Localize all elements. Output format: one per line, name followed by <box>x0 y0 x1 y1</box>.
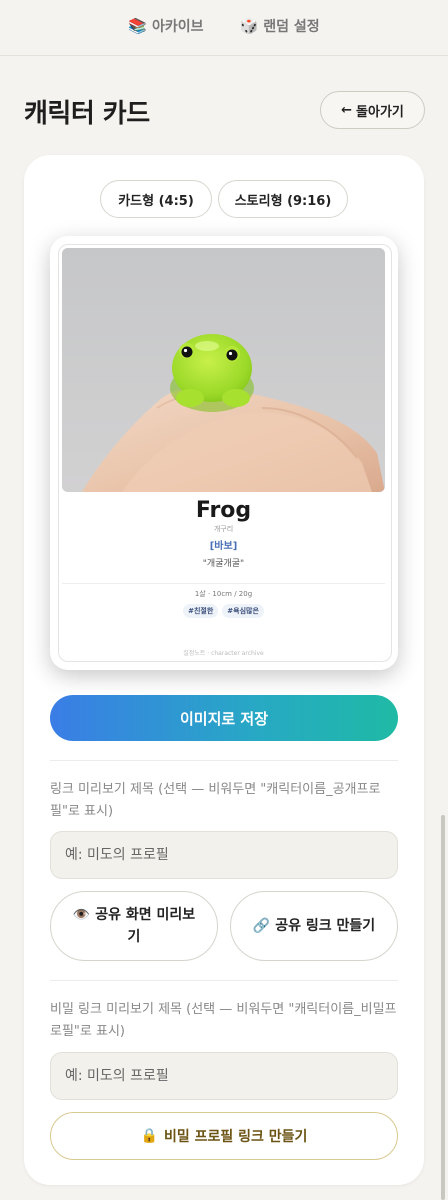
hashtag: #욕심많은 <box>222 604 264 618</box>
dice-icon: 🎲 <box>239 16 259 35</box>
scrollbar[interactable] <box>441 815 445 1200</box>
card-divider <box>62 583 385 584</box>
share-preview-button[interactable]: 👁️ 공유 화면 미리보기 <box>50 891 218 961</box>
divider <box>50 760 398 761</box>
create-share-link-button[interactable]: 🔗 공유 링크 만들기 <box>230 891 398 961</box>
divider <box>50 980 398 981</box>
arrow-left-icon: ← <box>341 102 353 118</box>
public-link-title-input[interactable] <box>50 831 398 879</box>
hashtag-list: #친절한 #욕심많은 <box>62 604 385 618</box>
character-stats: 1살 · 10cm / 20g <box>194 590 253 598</box>
frog-on-finger-image <box>62 248 385 492</box>
character-subname: 개구리 <box>213 525 234 533</box>
format-card-button[interactable]: 카드형 (4:5) <box>100 180 212 218</box>
character-quote: "개굴개굴" <box>202 559 245 569</box>
character-photo <box>62 248 385 492</box>
hashtag: #친절한 <box>183 604 219 618</box>
card-watermark: 설정노트 · character archive <box>183 650 264 657</box>
back-button[interactable]: ← 돌아가기 <box>320 91 425 129</box>
create-secret-link-label: 비밀 프로필 링크 만들기 <box>164 1129 308 1145</box>
secret-link-title-label: 비밀 링크 미리보기 제목 (선택 — 비워두면 "캐릭터이름_비밀프로필"로 … <box>50 1002 397 1039</box>
page-title: 캐릭터 카드 <box>24 99 150 129</box>
books-icon: 📚 <box>128 16 148 35</box>
nav-archive-label: 아카이브 <box>152 18 204 35</box>
secret-link-title-input[interactable] <box>50 1052 398 1100</box>
back-button-label: 돌아가기 <box>356 104 404 120</box>
nav-archive[interactable]: 📚 아카이브 <box>128 16 203 36</box>
top-nav: 📚 아카이브 🎲 랜덤 설정 <box>0 0 448 56</box>
nav-random[interactable]: 🎲 랜덤 설정 <box>240 16 320 36</box>
format-story-button[interactable]: 스토리형 (9:16) <box>218 180 348 218</box>
character-tag: [바보] <box>209 541 238 552</box>
public-link-title-label: 링크 미리보기 제목 (선택 — 비워두면 "캐릭터이름_공개프로필"로 표시) <box>50 782 381 819</box>
create-secret-link-button[interactable]: 🔒 비밀 프로필 링크 만들기 <box>50 1112 398 1160</box>
nav-random-label: 랜덤 설정 <box>263 18 320 35</box>
lock-icon: 🔒 <box>140 1128 158 1144</box>
character-name: Frog <box>195 498 252 523</box>
save-image-button[interactable]: 이미지로 저장 <box>50 695 398 741</box>
